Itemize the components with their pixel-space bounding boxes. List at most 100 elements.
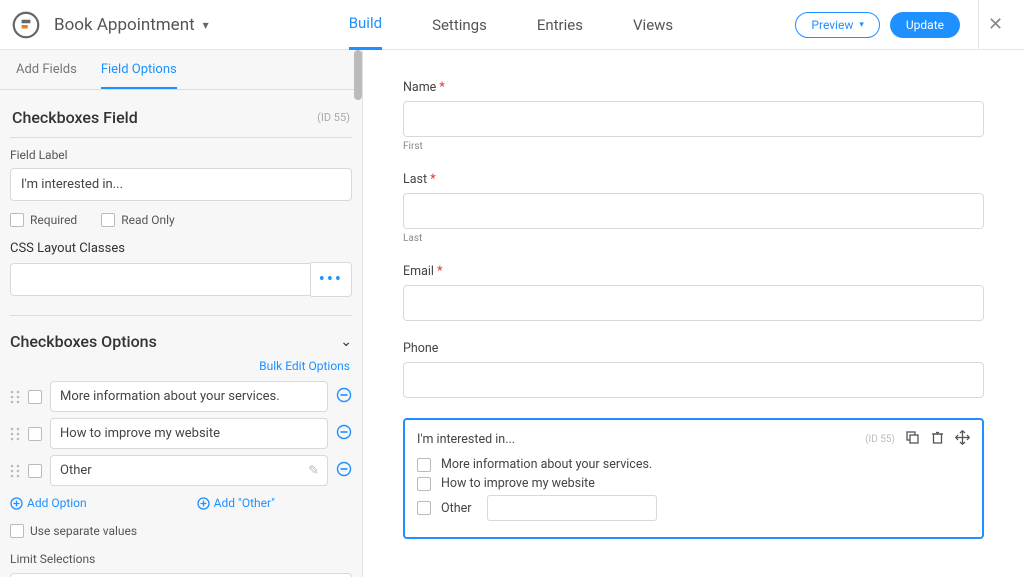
option-label-text: Other bbox=[60, 463, 92, 478]
remove-option-button[interactable] bbox=[336, 424, 352, 444]
field-label: Email * bbox=[403, 264, 984, 279]
options-list: More information about your services. Ho… bbox=[10, 381, 352, 486]
move-icon bbox=[955, 430, 970, 445]
remove-option-button[interactable] bbox=[336, 387, 352, 407]
limit-selections-input[interactable] bbox=[10, 573, 352, 577]
field-type-title: Checkboxes Field bbox=[12, 108, 138, 127]
app-logo-icon bbox=[12, 11, 40, 39]
form-title-dropdown[interactable]: Book Appointment ▾ bbox=[54, 15, 209, 35]
checkbox-icon bbox=[101, 213, 115, 227]
form-field-phone: Phone bbox=[403, 341, 984, 398]
selected-field-actions bbox=[905, 430, 970, 449]
use-separate-values-checkbox[interactable]: Use separate values bbox=[10, 524, 352, 538]
email-input[interactable] bbox=[403, 285, 984, 321]
checkbox-option[interactable]: More information about your services. bbox=[417, 455, 970, 474]
pencil-icon: ✎ bbox=[308, 463, 319, 478]
css-classes-picker-button[interactable]: ••• bbox=[311, 262, 352, 297]
limit-selections-title: Limit Selections bbox=[10, 552, 95, 566]
remove-option-button[interactable] bbox=[336, 461, 352, 481]
field-label-row: Field Label bbox=[10, 148, 352, 201]
preview-label: Preview bbox=[811, 18, 853, 32]
css-classes-input[interactable] bbox=[10, 263, 311, 296]
option-default-checkbox[interactable] bbox=[28, 427, 42, 441]
selected-field-options: More information about your services. Ho… bbox=[417, 455, 970, 523]
options-header: Checkboxes Options ⌄ bbox=[10, 316, 352, 351]
close-button[interactable]: ✕ bbox=[978, 0, 1012, 50]
trash-icon bbox=[930, 430, 945, 445]
plus-circle-icon bbox=[197, 497, 210, 510]
sidebar: Add Fields Field Options Checkboxes Fiel… bbox=[0, 50, 363, 577]
checkbox-option-other[interactable]: Other bbox=[417, 493, 970, 523]
checkbox-icon bbox=[10, 213, 24, 227]
copy-icon bbox=[905, 430, 920, 445]
duplicate-button[interactable] bbox=[905, 430, 920, 449]
checkbox-option[interactable]: How to improve my website bbox=[417, 474, 970, 493]
option-text: Other bbox=[441, 501, 471, 516]
css-classes-row: CSS Layout Classes ••• bbox=[10, 241, 352, 297]
option-label-input[interactable]: How to improve my website bbox=[50, 418, 328, 449]
form-title: Book Appointment bbox=[54, 15, 195, 35]
label-text: Last bbox=[403, 172, 427, 187]
scrollbar[interactable] bbox=[354, 50, 362, 100]
field-settings-header: Checkboxes Field (ID 55) bbox=[10, 102, 352, 138]
add-other-link[interactable]: Add "Other" bbox=[197, 496, 275, 510]
checkbox-icon bbox=[417, 501, 431, 515]
tab-views[interactable]: Views bbox=[633, 0, 673, 50]
drag-handle-icon[interactable] bbox=[10, 427, 20, 441]
ellipsis-icon: ••• bbox=[319, 269, 343, 290]
required-label: Required bbox=[30, 213, 77, 227]
plus-circle-icon bbox=[10, 497, 23, 510]
required-checkbox[interactable]: Required bbox=[10, 213, 77, 227]
form-field-email: Email * bbox=[403, 264, 984, 321]
sidebar-tab-add-fields[interactable]: Add Fields bbox=[16, 62, 77, 89]
option-default-checkbox[interactable] bbox=[28, 390, 42, 404]
option-label-input[interactable]: More information about your services. bbox=[50, 381, 328, 412]
tab-entries[interactable]: Entries bbox=[537, 0, 583, 50]
option-row: More information about your services. bbox=[10, 381, 352, 412]
option-text: More information about your services. bbox=[441, 457, 652, 472]
preview-button[interactable]: Preview ▾ bbox=[795, 12, 879, 38]
use-separate-label: Use separate values bbox=[30, 524, 137, 538]
add-option-link[interactable]: Add Option bbox=[10, 496, 87, 510]
required-asterisk: * bbox=[437, 264, 442, 279]
label-text: Name bbox=[403, 80, 436, 95]
field-label-input[interactable] bbox=[10, 168, 352, 201]
bulk-edit-link[interactable]: Bulk Edit Options bbox=[10, 351, 352, 381]
field-label: Last * bbox=[403, 172, 984, 187]
required-readonly-row: Required Read Only bbox=[10, 213, 352, 227]
name-last-input[interactable] bbox=[403, 193, 984, 229]
drag-handle-icon[interactable] bbox=[10, 464, 20, 478]
option-label-input[interactable]: Other ✎ bbox=[50, 455, 328, 486]
update-button[interactable]: Update bbox=[890, 12, 960, 38]
top-tabs: Build Settings Entries Views bbox=[349, 0, 673, 50]
delete-button[interactable] bbox=[930, 430, 945, 449]
field-label: Phone bbox=[403, 341, 984, 356]
selected-field-block[interactable]: I'm interested in... (ID 55) More inform… bbox=[403, 418, 984, 539]
option-default-checkbox[interactable] bbox=[28, 464, 42, 478]
tab-settings[interactable]: Settings bbox=[432, 0, 487, 50]
option-row: How to improve my website bbox=[10, 418, 352, 449]
field-hint: Last bbox=[403, 233, 984, 244]
move-button[interactable] bbox=[955, 430, 970, 449]
checkbox-icon bbox=[417, 477, 431, 491]
option-text: How to improve my website bbox=[441, 476, 595, 491]
add-option-label: Add Option bbox=[27, 496, 87, 510]
css-classes-title: CSS Layout Classes bbox=[10, 241, 125, 256]
sidebar-tabs: Add Fields Field Options bbox=[0, 50, 362, 90]
field-label: Name * bbox=[403, 80, 984, 95]
collapse-toggle[interactable]: ⌄ bbox=[340, 334, 352, 350]
caret-down-icon: ▾ bbox=[859, 20, 864, 30]
name-first-input[interactable] bbox=[403, 101, 984, 137]
drag-handle-icon[interactable] bbox=[10, 390, 20, 404]
tab-build[interactable]: Build bbox=[349, 0, 382, 50]
selected-field-header: I'm interested in... (ID 55) bbox=[417, 430, 970, 449]
checkbox-icon bbox=[417, 458, 431, 472]
sidebar-tab-field-options[interactable]: Field Options bbox=[101, 62, 177, 89]
field-id-label: (ID 55) bbox=[317, 111, 350, 124]
readonly-checkbox[interactable]: Read Only bbox=[101, 213, 175, 227]
other-text-input[interactable] bbox=[487, 495, 657, 521]
field-label-title: Field Label bbox=[10, 148, 352, 162]
form-field-name: Name * First bbox=[403, 80, 984, 152]
phone-input[interactable] bbox=[403, 362, 984, 398]
form-field-last: Last * Last bbox=[403, 172, 984, 244]
